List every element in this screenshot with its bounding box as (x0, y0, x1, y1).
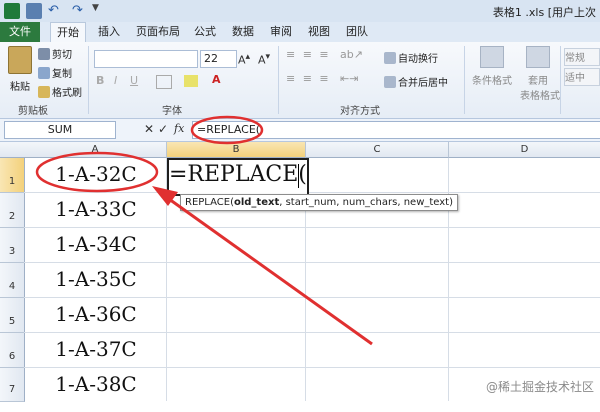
annotation-arrow-line (161, 192, 373, 346)
annotation-circle-a1 (35, 151, 159, 193)
annotation-overlay (35, 115, 373, 346)
annotation-circle-formula (190, 115, 264, 145)
